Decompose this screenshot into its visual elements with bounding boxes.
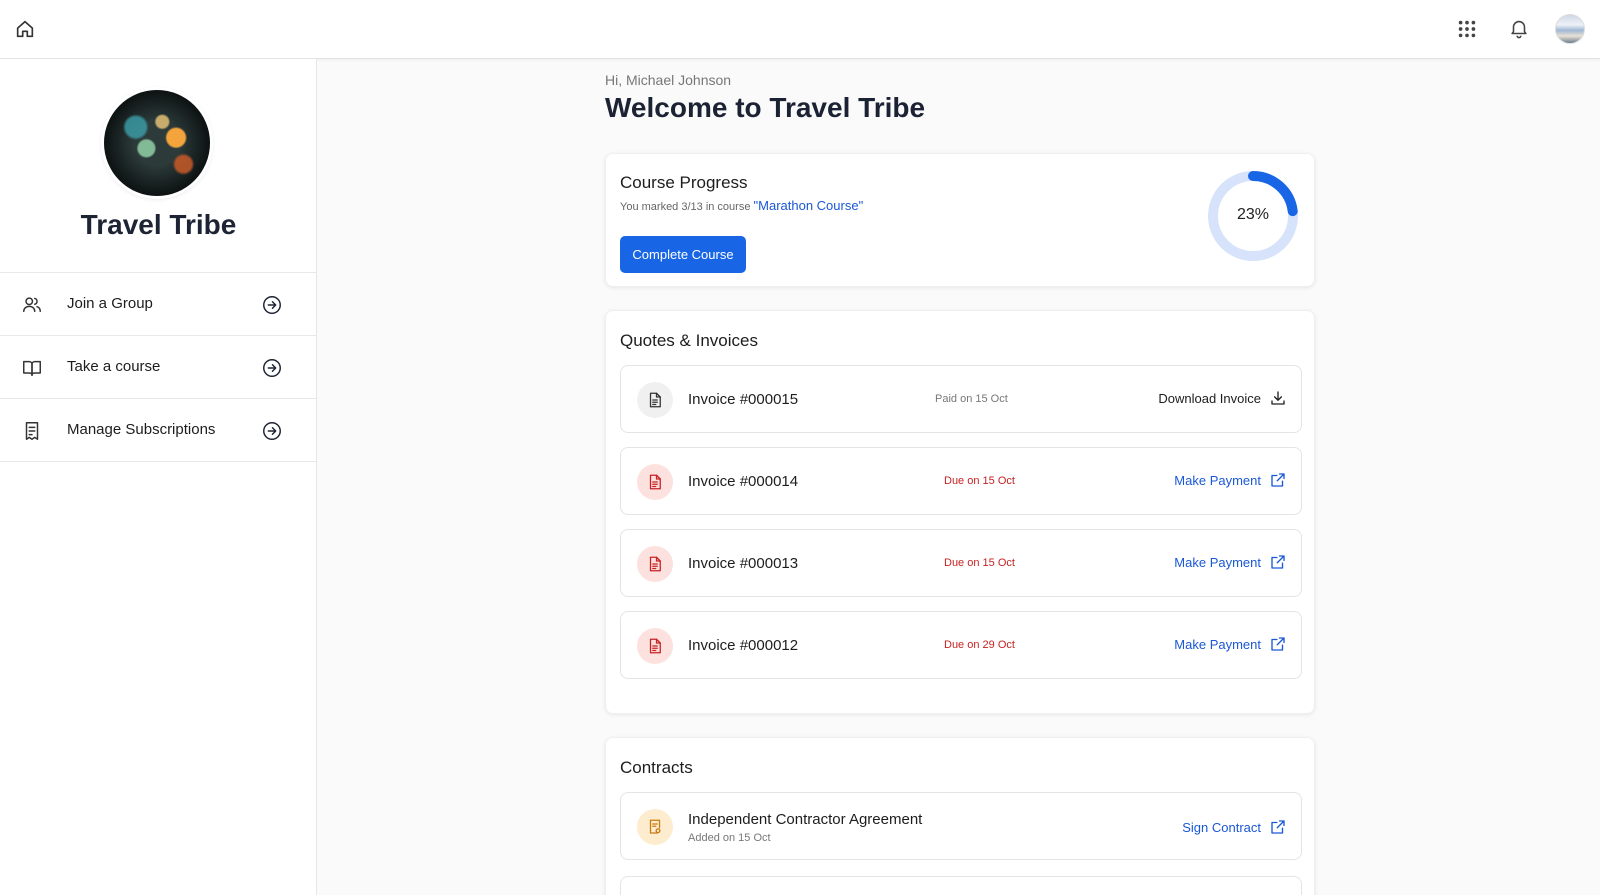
course-progress-title: Course Progress (620, 173, 748, 192)
invoice-status: Due on 29 Oct (944, 639, 1015, 651)
contract-row: Independent Contractor Agreement Added o… (620, 792, 1302, 860)
page-title: Welcome to Travel Tribe (605, 92, 926, 123)
arrow-circle-right-icon[interactable] (261, 420, 283, 442)
make-payment-button[interactable]: Make Payment (1174, 553, 1287, 571)
sidebar-item-label: Join a Group (67, 295, 153, 312)
quotes-invoices-card: Quotes & Invoices Invoice #000015 Paid o… (605, 310, 1315, 714)
organization-avatar (104, 90, 210, 196)
document-icon (637, 628, 673, 664)
external-link-icon (1271, 555, 1285, 569)
course-progress-subtitle: You marked 3/13 in course "Marathon Cour… (620, 198, 863, 213)
contract-name: Independent Contractor Agreement (688, 811, 923, 828)
greeting-text: Hi, Michael Johnson (605, 72, 732, 88)
organization-profile: Travel Tribe (0, 59, 316, 273)
action-label: Make Payment (1174, 554, 1261, 570)
invoice-row: Invoice #000012 Due on 29 Oct Make Payme… (620, 611, 1302, 679)
top-bar (0, 0, 1600, 59)
course-progress-marked-text: You marked 3/13 in course (620, 201, 751, 213)
external-link-icon (1271, 820, 1285, 834)
download-invoice-button[interactable]: Download Invoice (1158, 389, 1287, 407)
arrow-circle-right-icon[interactable] (261, 294, 283, 316)
invoice-row: Invoice #000013 Due on 15 Oct Make Payme… (620, 529, 1302, 597)
grid-apps-icon[interactable] (1456, 18, 1478, 40)
make-payment-button[interactable]: Make Payment (1174, 471, 1287, 489)
sidebar-item-manage-subscriptions[interactable]: Manage Subscriptions (0, 399, 316, 462)
organization-name: Travel Tribe (80, 209, 237, 240)
sidebar-item-take-course[interactable]: Take a course (0, 336, 316, 399)
users-icon (23, 297, 41, 313)
invoice-number: Invoice #000015 (688, 391, 799, 408)
sidebar-item-label: Manage Subscriptions (67, 421, 216, 438)
book-icon (23, 360, 41, 377)
contracts-card: Contracts Independent Contractor Agreeme… (605, 737, 1315, 895)
arrow-circle-right-icon[interactable] (261, 357, 283, 379)
contract-icon (637, 809, 673, 845)
contract-added-date: Added on 15 Oct (688, 832, 771, 844)
action-label: Download Invoice (1158, 390, 1261, 406)
course-name-link[interactable]: "Marathon Course" (754, 198, 864, 213)
user-avatar[interactable] (1555, 14, 1585, 44)
invoice-row: Invoice #000015 Paid on 15 Oct Download … (620, 365, 1302, 433)
sidebar-item-join-group[interactable]: Join a Group (0, 273, 316, 336)
section-title-contracts: Contracts (620, 758, 693, 777)
sign-contract-button[interactable]: Sign Contract (1182, 818, 1287, 836)
complete-course-button[interactable]: Complete Course (620, 236, 746, 273)
invoice-row: Invoice #000014 Due on 15 Oct Make Payme… (620, 447, 1302, 515)
sidebar: Travel Tribe Join a Group Take a course … (0, 59, 317, 895)
home-icon[interactable] (14, 18, 36, 40)
invoice-status: Paid on 15 Oct (935, 393, 1008, 405)
invoice-number: Invoice #000014 (688, 473, 799, 490)
external-link-icon (1271, 473, 1285, 487)
invoice-number: Invoice #000012 (688, 637, 799, 654)
external-link-icon (1271, 637, 1285, 651)
receipt-icon (25, 422, 39, 440)
course-progress-card: Course Progress You marked 3/13 in cours… (605, 153, 1315, 287)
bell-icon[interactable] (1508, 17, 1530, 39)
invoice-status: Due on 15 Oct (944, 475, 1015, 487)
download-icon (1271, 391, 1285, 405)
sidebar-item-label: Take a course (67, 358, 161, 375)
invoice-status: Due on 15 Oct (944, 557, 1015, 569)
action-label: Sign Contract (1182, 819, 1261, 835)
document-icon (637, 464, 673, 500)
document-icon (637, 546, 673, 582)
make-payment-button[interactable]: Make Payment (1174, 635, 1287, 653)
invoice-number: Invoice #000013 (688, 555, 799, 572)
section-title-invoices: Quotes & Invoices (620, 331, 758, 350)
progress-percent: 23% (1236, 206, 1270, 223)
action-label: Make Payment (1174, 472, 1261, 488)
action-label: Make Payment (1174, 636, 1261, 652)
document-icon (637, 382, 673, 418)
contract-row (620, 876, 1302, 895)
